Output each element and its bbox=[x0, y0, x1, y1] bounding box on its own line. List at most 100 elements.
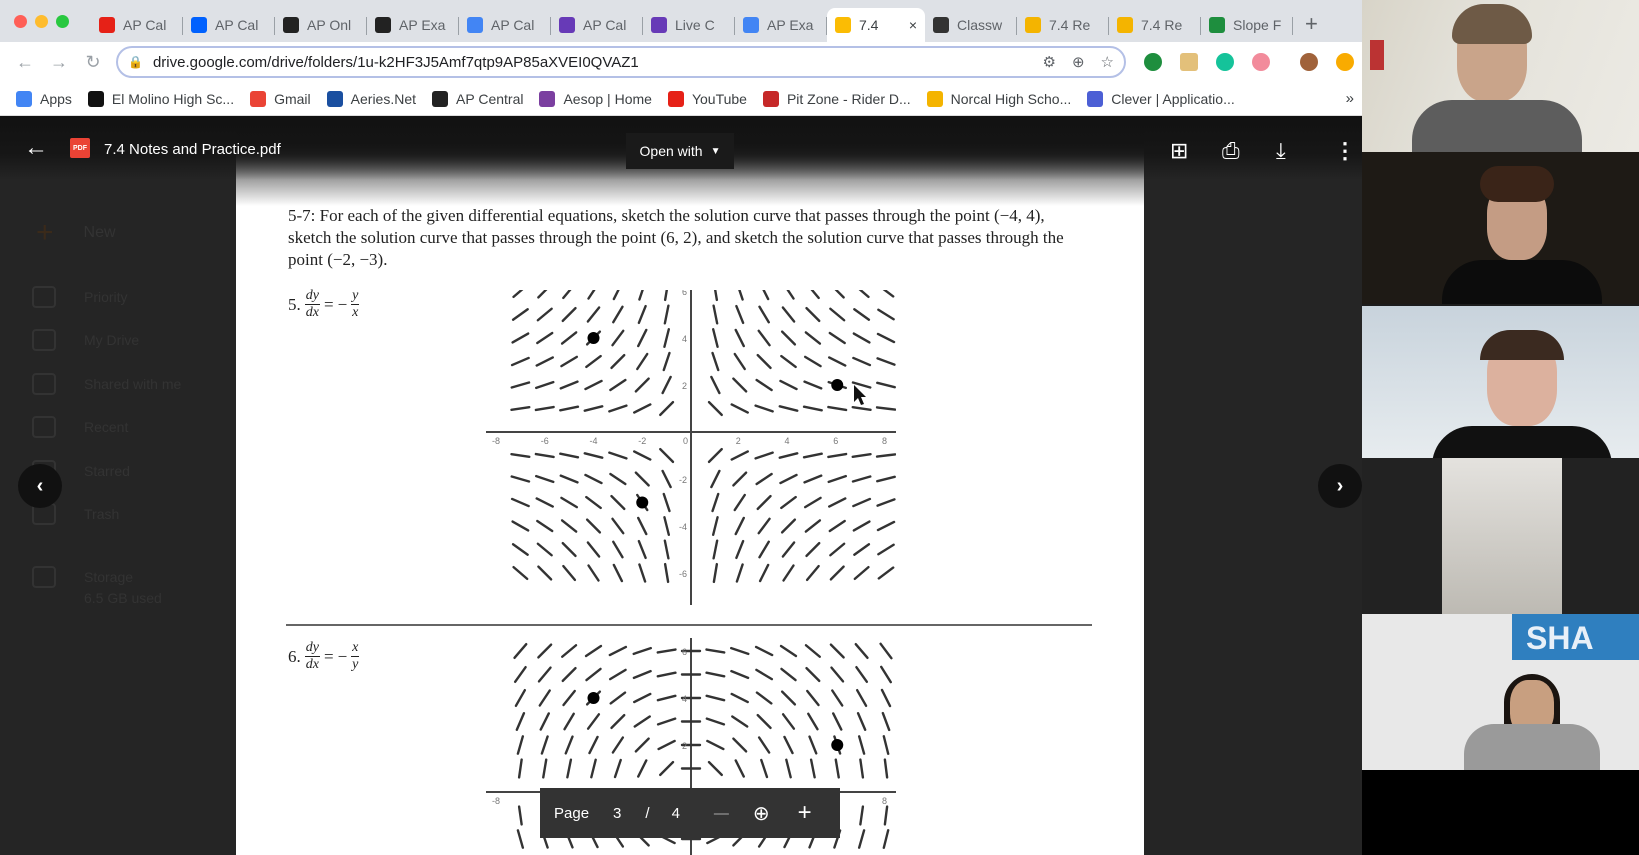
banner: SHA bbox=[1512, 614, 1639, 660]
close-viewer-back-icon[interactable]: ← bbox=[24, 134, 48, 162]
previous-file-button[interactable]: ‹ bbox=[18, 464, 62, 508]
back-button[interactable]: ← bbox=[8, 52, 42, 73]
bookmark-8[interactable]: Norcal High Scho... bbox=[926, 90, 1071, 107]
tab-5[interactable]: AP Cal bbox=[551, 8, 643, 42]
slope-segment bbox=[510, 453, 531, 458]
tab-9[interactable]: Classw bbox=[925, 8, 1017, 42]
extension-notion-icon[interactable] bbox=[1180, 53, 1198, 71]
address-bar[interactable]: 🔒 drive.google.com/drive/folders/1u-k2HF… bbox=[116, 46, 1126, 78]
slope-segment bbox=[880, 665, 892, 684]
bookmark-6[interactable]: YouTube bbox=[667, 90, 747, 107]
slope-segment bbox=[590, 758, 597, 779]
minimize-window-button[interactable] bbox=[35, 14, 48, 28]
update-indicator-icon[interactable] bbox=[1336, 53, 1354, 71]
sidebar-item-recent[interactable]: Recent bbox=[32, 416, 128, 438]
zoom-out-button[interactable]: — bbox=[714, 805, 729, 822]
pitzone-icon bbox=[762, 90, 779, 107]
slope-segment bbox=[781, 306, 796, 323]
tab-2[interactable]: AP Onl bbox=[275, 8, 367, 42]
slope-segment bbox=[583, 405, 604, 412]
bookmark-5[interactable]: Aesop | Home bbox=[539, 90, 652, 107]
forward-button[interactable]: → bbox=[42, 52, 76, 73]
current-page-input[interactable]: 3 bbox=[613, 805, 621, 822]
shield-logo-icon bbox=[87, 90, 104, 107]
slope-segment bbox=[876, 332, 896, 344]
extension-screencast-icon[interactable] bbox=[1252, 53, 1270, 71]
slope-segment bbox=[735, 304, 745, 325]
bookmark-9[interactable]: Clever | Applicatio... bbox=[1087, 90, 1235, 107]
tab-3[interactable]: AP Exa bbox=[367, 8, 459, 42]
slope-segment bbox=[559, 474, 579, 484]
slope-segment bbox=[711, 351, 720, 372]
video-tile-teacher[interactable] bbox=[1362, 0, 1639, 152]
page-controls: Page 3 / 4 — ⊕ + bbox=[540, 788, 840, 838]
slope-segment bbox=[637, 516, 648, 536]
video-tile-student-3[interactable] bbox=[1362, 458, 1639, 614]
extension-grammarly-icon[interactable] bbox=[1216, 53, 1234, 71]
bookmark-label: Aesop | Home bbox=[563, 90, 652, 107]
download-icon[interactable]: ⤓ bbox=[1276, 138, 1286, 164]
zoom-reset-icon[interactable]: ⊕ bbox=[753, 801, 770, 826]
slope-segment bbox=[855, 665, 869, 684]
video-tile-student-1[interactable] bbox=[1362, 152, 1639, 304]
new-tab-button[interactable]: + bbox=[1305, 11, 1318, 37]
add-comment-icon[interactable]: ⊞ bbox=[1170, 138, 1188, 164]
maximize-window-button[interactable] bbox=[56, 14, 69, 28]
sidebar-item-shared-with-me[interactable]: Shared with me bbox=[32, 373, 181, 395]
tab-6[interactable]: Live C bbox=[643, 8, 735, 42]
sidebar-item-my-drive[interactable]: My Drive bbox=[32, 329, 139, 351]
slope-segment bbox=[661, 375, 672, 395]
bookmark-4[interactable]: AP Central bbox=[432, 90, 523, 107]
page-label: Page bbox=[554, 804, 590, 822]
bookmark-label: Pit Zone - Rider D... bbox=[786, 90, 911, 107]
print-icon[interactable]: ⎙ bbox=[1222, 138, 1240, 164]
bookmark-2[interactable]: Gmail bbox=[250, 90, 311, 107]
tab-10[interactable]: 7.4 Re bbox=[1017, 8, 1109, 42]
bookmark-1[interactable]: El Molino High Sc... bbox=[87, 90, 234, 107]
close-window-button[interactable] bbox=[14, 14, 27, 28]
tab-12[interactable]: Slope F bbox=[1201, 8, 1293, 42]
install-app-icon[interactable]: ⊕ bbox=[1072, 53, 1085, 71]
slope-segment bbox=[510, 497, 530, 508]
bookmark-0[interactable]: Apps bbox=[16, 90, 72, 107]
slope-segment bbox=[705, 694, 726, 702]
sidebar-item-storage[interactable]: Storage bbox=[32, 566, 133, 588]
tab-8[interactable]: 7.4 × bbox=[827, 8, 925, 42]
close-tab-icon[interactable]: × bbox=[909, 17, 917, 33]
slope-segment bbox=[562, 290, 572, 300]
slope-segment bbox=[586, 541, 601, 558]
video-tile-student-2[interactable] bbox=[1362, 306, 1639, 458]
clever-icon bbox=[1087, 90, 1104, 107]
tab-1[interactable]: AP Cal bbox=[183, 8, 275, 42]
lock-icon: 🔒 bbox=[128, 55, 143, 69]
slope-segment bbox=[858, 290, 870, 299]
reload-button[interactable]: ↻ bbox=[76, 52, 110, 73]
bookmark-7[interactable]: Pit Zone - Rider D... bbox=[762, 90, 911, 107]
tab-11[interactable]: 7.4 Re bbox=[1109, 8, 1201, 42]
slope-segment bbox=[877, 566, 895, 580]
tab-7[interactable]: AP Exa bbox=[735, 8, 827, 42]
new-button[interactable]: + New bbox=[36, 216, 116, 250]
bookmark-star-icon[interactable]: ☆ bbox=[1101, 53, 1114, 71]
profile-avatar[interactable] bbox=[1300, 53, 1318, 71]
bookmark-3[interactable]: Aeries.Net bbox=[326, 90, 416, 107]
more-options-icon[interactable]: ⋮ bbox=[1334, 138, 1356, 164]
zoom-in-button[interactable]: + bbox=[798, 799, 812, 827]
site-settings-icon[interactable]: ⚙ bbox=[1043, 53, 1056, 71]
slope-segment bbox=[562, 689, 576, 707]
dy-dx-fraction: dy dx bbox=[304, 288, 320, 320]
tab-0[interactable]: AP Cal bbox=[91, 8, 183, 42]
mouse-cursor-icon bbox=[854, 385, 866, 405]
slope-segment bbox=[756, 353, 772, 370]
tab-4[interactable]: AP Cal bbox=[459, 8, 551, 42]
sidebar-item-priority[interactable]: Priority bbox=[32, 286, 128, 308]
video-tile-student-4[interactable]: SHA bbox=[1362, 614, 1639, 770]
slope-segment bbox=[536, 542, 553, 557]
youtube-icon bbox=[667, 90, 684, 107]
next-file-button[interactable]: › bbox=[1318, 464, 1362, 508]
more-bookmarks-button[interactable]: » bbox=[1346, 90, 1354, 107]
url-text[interactable]: drive.google.com/drive/folders/1u-k2HF3J… bbox=[153, 54, 1027, 71]
slope-segment bbox=[853, 565, 870, 581]
extension-evernote-icon[interactable] bbox=[1144, 53, 1162, 71]
open-with-button[interactable]: Open with ▼ bbox=[626, 133, 734, 169]
